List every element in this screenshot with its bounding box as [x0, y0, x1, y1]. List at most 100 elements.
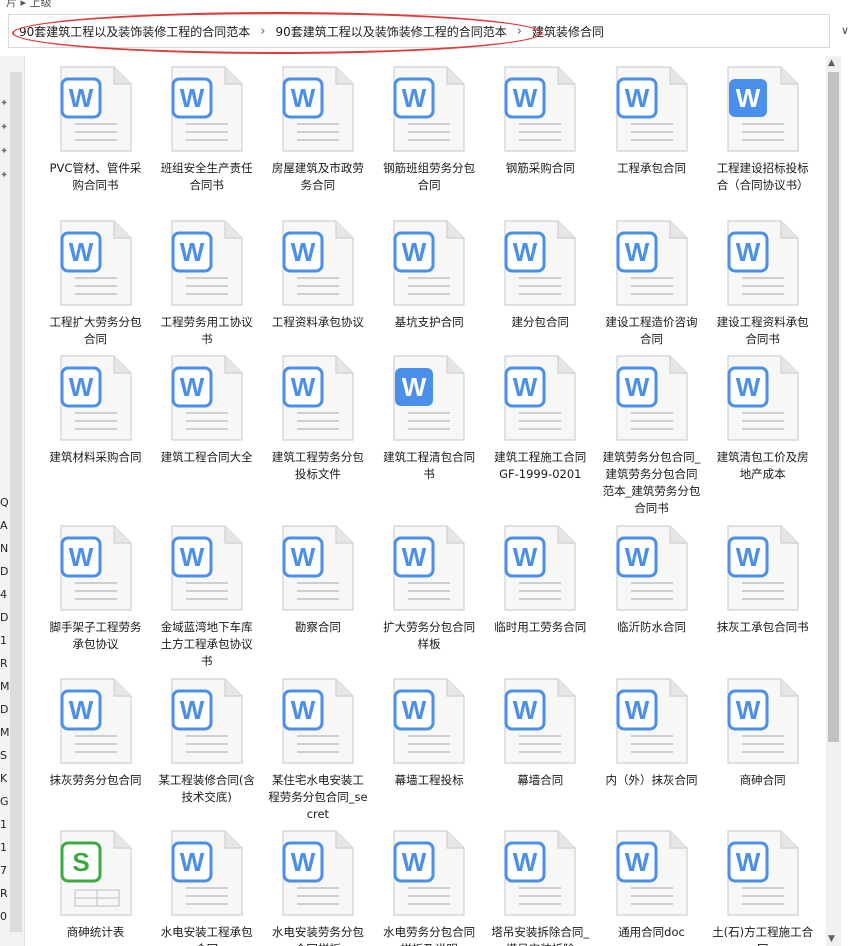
file-item[interactable]: W 钢筋采购合同: [485, 56, 596, 177]
navigation-pane[interactable]: ✦ ✦ ✦ ✦ QAND4D1RMDMSKG117R0: [0, 56, 25, 946]
nav-pane-item[interactable]: G: [0, 795, 9, 808]
file-item[interactable]: W 勘察合同: [262, 515, 373, 636]
file-item[interactable]: W 建筑劳务分包合同_建筑劳务分包合同范本_建筑劳务分包合同书: [596, 345, 707, 517]
file-item[interactable]: W 水电安装劳务分包合同样板: [262, 820, 373, 946]
file-item[interactable]: W 建筑材料采购合同: [40, 345, 151, 466]
file-item[interactable]: W 幕墙合同: [485, 668, 596, 789]
breadcrumb-item-parent[interactable]: 90套建筑工程以及装饰装修工程的合同范本: [275, 23, 506, 40]
nav-pane-item[interactable]: M: [0, 726, 10, 739]
file-item[interactable]: W 扩大劳务分包合同样板: [374, 515, 485, 653]
file-item[interactable]: W 土(石)方工程施工合同: [707, 820, 818, 946]
file-item[interactable]: W 某住宅水电安装工程劳务分包合同_secret: [262, 668, 373, 823]
pin-icon[interactable]: ✦: [0, 122, 8, 133]
file-item[interactable]: W 抹灰工承包合同书: [707, 515, 818, 636]
nav-pane-item[interactable]: 1: [0, 634, 7, 647]
word-file-icon-wrap: W: [504, 66, 576, 152]
nav-pane-item[interactable]: R: [0, 657, 8, 670]
nav-pane-item[interactable]: N: [0, 542, 8, 555]
scroll-up-arrow-icon[interactable]: ▲: [828, 58, 835, 68]
nav-pane-item[interactable]: D: [0, 611, 8, 624]
word-file-icon: W: [615, 220, 688, 306]
file-item[interactable]: W 房屋建筑及市政劳务合同: [262, 56, 373, 194]
nav-pane-item[interactable]: S: [0, 749, 7, 762]
file-item[interactable]: W 商砷合同: [707, 668, 818, 789]
nav-pane-item[interactable]: D: [0, 703, 8, 716]
file-item[interactable]: W 钢筋班组劳务分包合同: [374, 56, 485, 194]
navigation-pane-scrollbar[interactable]: [10, 72, 22, 932]
file-item[interactable]: W 建设工程造价咨询合同: [596, 210, 707, 348]
nav-pane-item[interactable]: A: [0, 519, 8, 532]
word-file-icon: W: [171, 355, 243, 441]
pin-icon[interactable]: ✦: [0, 170, 8, 181]
file-name: 基坑支护合同: [394, 315, 464, 329]
file-name: 抹灰工承包合同书: [716, 620, 809, 634]
file-item[interactable]: W 幕墙工程投标: [374, 668, 485, 789]
file-name: 某工程装修合同(含技术交底): [158, 773, 255, 804]
file-item[interactable]: W PVC管材、管件采购合同书: [40, 56, 151, 194]
file-item[interactable]: W 脚手架子工程劳务承包协议: [40, 515, 151, 653]
nav-pane-item[interactable]: M: [0, 680, 10, 693]
file-item[interactable]: W 工程承包合同: [596, 56, 707, 177]
nav-pane-item[interactable]: 4: [0, 588, 7, 601]
vertical-scrollbar[interactable]: ▲ ▼: [826, 56, 841, 946]
file-name: 工程劳务用工协议书: [160, 315, 253, 346]
word-file-icon-wrap: W: [282, 830, 354, 916]
address-history-dropdown-icon[interactable]: ∨: [841, 24, 849, 37]
nav-pane-item[interactable]: 1: [0, 818, 7, 831]
pin-icon[interactable]: ✦: [0, 146, 8, 157]
file-item[interactable]: W 水电安装工程承包合同: [151, 820, 262, 946]
pin-icon[interactable]: ✦: [0, 98, 8, 109]
file-item[interactable]: S 商砷统计表: [40, 820, 151, 941]
nav-pane-item[interactable]: D: [0, 565, 8, 578]
page-fold: [446, 679, 465, 697]
file-item[interactable]: W 建筑工程合同大全: [151, 345, 262, 466]
file-item[interactable]: W 金域蓝湾地下车库土方工程承包协议书: [151, 515, 262, 670]
file-item[interactable]: W 工程建设招标投标合（合同协议书）: [707, 56, 818, 194]
word-file-icon: W: [59, 355, 132, 441]
file-name: 商砷统计表: [66, 925, 125, 939]
file-item[interactable]: W 工程资料承包协议: [262, 210, 373, 331]
address-bar[interactable]: 90套建筑工程以及装饰装修工程的合同范本 › 90套建筑工程以及装饰装修工程的合…: [8, 14, 849, 48]
file-item[interactable]: W 班组安全生产责任合同书: [151, 56, 262, 194]
nav-pane-item[interactable]: Q: [0, 496, 9, 509]
file-item[interactable]: W 建设工程资料承包合同书: [707, 210, 818, 348]
file-item[interactable]: W 临时用工劳务合同: [485, 515, 596, 636]
word-file-icon-wrap: W: [393, 355, 465, 441]
file-item[interactable]: W 建筑清包工价及房地产成本: [707, 345, 818, 483]
file-item[interactable]: W 某工程装修合同(含技术交底): [151, 668, 262, 806]
file-item[interactable]: W 水电劳务分包合同样板及说明: [374, 820, 485, 946]
file-type-letter: W: [735, 372, 760, 402]
file-item[interactable]: W 基坑支护合同: [374, 210, 485, 331]
nav-pane-item[interactable]: K: [0, 772, 7, 785]
file-item[interactable]: W 建筑工程施工合同 GF-1999-0201: [485, 345, 596, 483]
scrollbar-thumb[interactable]: [828, 72, 839, 742]
scroll-down-arrow-icon[interactable]: ▼: [828, 934, 835, 944]
file-name: 塔吊安装拆除合同_塔吊安装拆除: [491, 925, 590, 946]
breadcrumb-item-root[interactable]: 90套建筑工程以及装饰装修工程的合同范本: [19, 23, 250, 40]
nav-pane-item[interactable]: R: [0, 887, 8, 900]
breadcrumb-item-current[interactable]: 建筑装修合同: [532, 23, 604, 40]
word-file-icon-wrap: W: [393, 525, 465, 611]
page-fold: [780, 356, 798, 374]
nav-pane-item[interactable]: 7: [0, 864, 7, 877]
file-item[interactable]: W 内（外）抹灰合同: [596, 668, 707, 789]
nav-pane-item[interactable]: 1: [0, 841, 7, 854]
page-fold: [112, 221, 131, 239]
file-item[interactable]: W 工程劳务用工协议书: [151, 210, 262, 348]
file-item[interactable]: W 塔吊安装拆除合同_塔吊安装拆除: [485, 820, 596, 946]
file-item[interactable]: W 通用合同doc: [596, 820, 707, 941]
file-item[interactable]: W 抹灰劳务分包合同: [40, 668, 151, 789]
file-type-letter: W: [624, 237, 649, 267]
file-name: 幕墙工程投标: [394, 773, 464, 787]
word-file-icon-wrap: W: [282, 525, 354, 611]
nav-pane-item[interactable]: 0: [0, 910, 7, 923]
file-item[interactable]: W 工程扩大劳务分包合同: [40, 210, 151, 348]
file-item[interactable]: W 临沂防水合同: [596, 515, 707, 636]
file-item[interactable]: W 建筑工程清包合同书: [374, 345, 485, 483]
breadcrumb-separator-icon[interactable]: ›: [260, 24, 265, 39]
file-item[interactable]: W 建分包合同: [485, 210, 596, 331]
word-file-icon-wrap: W: [59, 525, 132, 611]
breadcrumb-separator-icon[interactable]: ›: [517, 24, 522, 39]
file-item[interactable]: W 建筑工程劳务分包投标文件: [262, 345, 373, 483]
word-file-icon: W: [282, 830, 354, 916]
